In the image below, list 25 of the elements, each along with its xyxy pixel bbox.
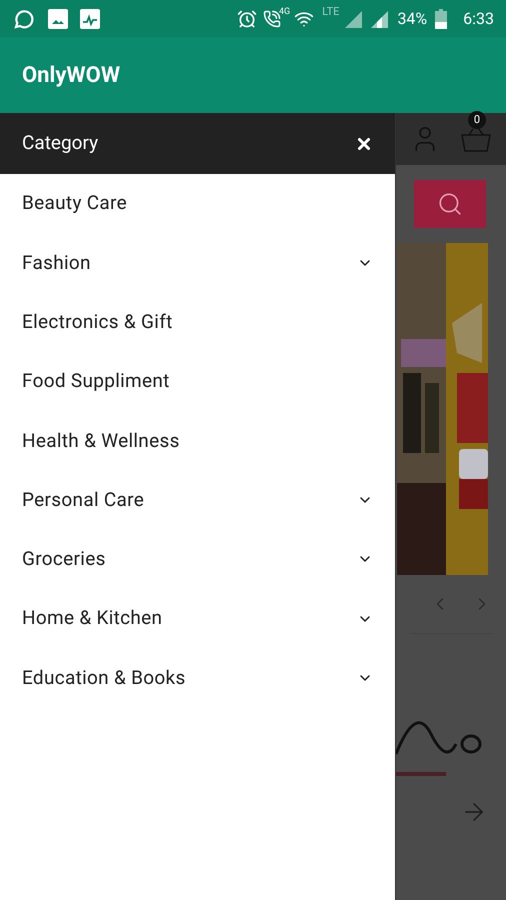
call-icon	[262, 10, 281, 28]
activity-icon	[80, 8, 100, 28]
clock: 6:33	[463, 8, 494, 30]
category-item[interactable]: Fashion	[0, 233, 395, 293]
battery-icon	[435, 8, 448, 28]
search-button[interactable]	[414, 180, 486, 228]
battery-percent: 34%	[397, 8, 428, 30]
alarm-icon	[236, 8, 257, 28]
network-label: 4G	[278, 6, 290, 19]
category-item[interactable]: Food Suppliment	[0, 352, 395, 412]
category-item[interactable]: Groceries	[0, 530, 395, 590]
category-item[interactable]: Home & Kitchen	[0, 589, 395, 648]
image-icon	[48, 8, 68, 28]
drawer-title: Category	[22, 130, 98, 156]
category-item[interactable]: Health & Wellness	[0, 411, 395, 470]
category-item[interactable]: Education & Books	[0, 648, 395, 708]
cart-count-badge: 0	[468, 111, 486, 129]
signal-icon	[343, 8, 364, 28]
lte-label: LTE	[322, 4, 340, 20]
category-item[interactable]: Electronics & Gift	[0, 292, 395, 352]
signal-icon	[369, 8, 390, 28]
category-item[interactable]: Beauty Care	[0, 174, 395, 234]
search-icon	[437, 191, 463, 217]
app-title: OnlyWOW	[22, 62, 120, 90]
category-item[interactable]: Personal Care	[0, 470, 395, 530]
